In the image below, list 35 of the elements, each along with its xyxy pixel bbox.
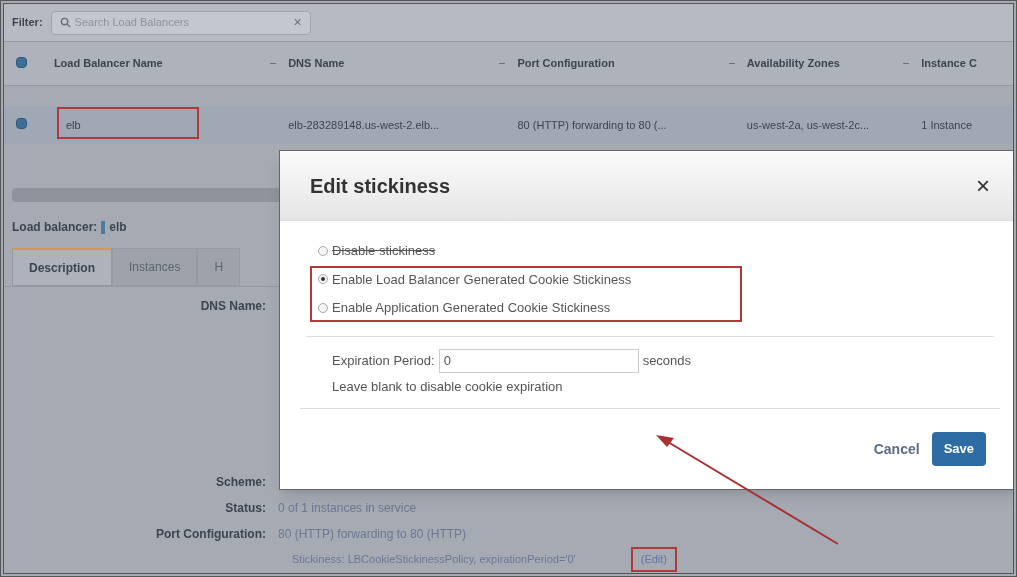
table-cell: elb [65, 118, 81, 131]
clear-button[interactable]: × [293, 12, 302, 33]
field-label: Status: [225, 500, 266, 517]
dialog-title: Edit stickiness [310, 173, 451, 199]
column-header[interactable]: Availability Zones [746, 55, 840, 72]
detail-label: Load balancer: [12, 219, 98, 236]
radio-label: Enable Application Generated Cookie Stickiness [332, 299, 611, 317]
hint-text: Leave blank to disable cookie expiration [332, 377, 564, 396]
field-value: 80 (HTTP) forwarding to 80 (HTTP) [278, 526, 468, 543]
column-header[interactable]: DNS Name [288, 55, 345, 72]
expiration-field[interactable]: 0 [438, 348, 639, 373]
table-cell: elb-283289148.us-west-2.elb... [288, 118, 440, 131]
radio-label: Disable stickiness [332, 242, 436, 260]
stickiness-text: Stickiness: LBCookieStickinessPolicy, expirationPeriod='0' [292, 552, 576, 567]
table-cell: 1 Instance [921, 118, 973, 131]
field-value: 0 of 1 instances in service [278, 500, 418, 517]
radio-label: Enable Load Balancer Generated Cookie Stickiness [332, 270, 632, 289]
table-cell: us-west-2a, us-west-2c... [746, 118, 870, 131]
column-header[interactable]: Port Configuration [517, 55, 615, 72]
expiration-label: Expiration Period: [332, 351, 435, 370]
table-cell: 80 (HTTP) forwarding to 80 (... [517, 118, 667, 131]
field-label: Port Configuration: [156, 526, 266, 543]
unit-label: seconds [642, 351, 692, 370]
close-button[interactable]: × [976, 167, 990, 204]
tab[interactable]: Instances [112, 248, 198, 286]
field-label: DNS Name: [200, 298, 266, 315]
field-label: Scheme: [215, 474, 266, 491]
cancel-button[interactable]: Cancel [873, 438, 920, 460]
tab[interactable]: Description [12, 248, 112, 286]
tab[interactable]: H [197, 248, 241, 286]
filter-label: Filter: [12, 15, 43, 31]
column-header[interactable]: Load Balancer Name [53, 55, 163, 72]
save-button[interactable]: Save [931, 432, 986, 466]
detail-name: elb [109, 219, 127, 236]
column-header[interactable]: Instance C [921, 55, 977, 72]
